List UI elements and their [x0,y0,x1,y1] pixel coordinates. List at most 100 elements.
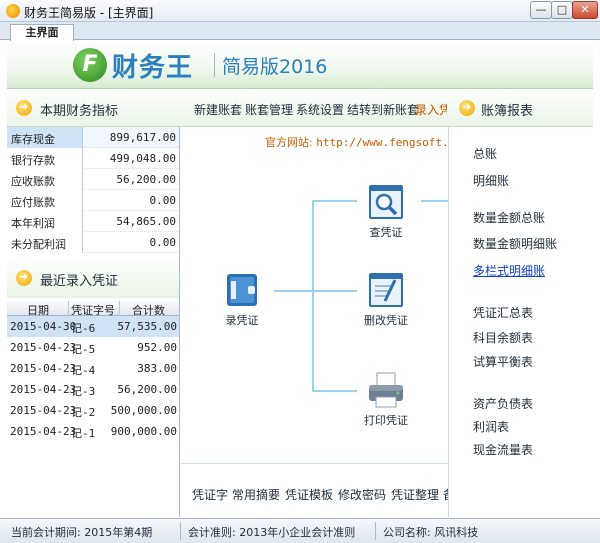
status-accounting-period: 当前会计期间: 2015年第4期 [11,526,153,539]
record-voucher-menu[interactable]: 录入凭 [415,101,447,118]
table-row[interactable]: 2015-04-23 记-3 56,200.00 [7,379,179,400]
finance-value: 499,048.00 [109,152,176,165]
column-divider [68,301,69,316]
voucher-date: 2015-04-23 [10,404,77,417]
report-general-ledger[interactable]: 总账 [473,145,497,162]
table-row[interactable]: 2015-04-23 记-5 952.00 [7,337,179,358]
arrow-icon [16,100,32,116]
brand-name: 财务王 [112,53,194,83]
finance-value: 0.00 [149,194,177,207]
finance-label: 应付账款 [11,196,55,209]
finance-row: 应付账款 0.00 [7,190,179,211]
status-bar: 当前会计期间: 2015年第4期 会计准则: 2013年小企业会计准则 公司名称… [0,518,600,543]
table-header: 日期 凭证字号 合计数 [7,301,179,317]
status-accounting-standard: 会计准则: 2013年小企业会计准则 [188,526,356,539]
report-qty-detail-ledger[interactable]: 数量金额明细账 [473,235,557,252]
report-cash-flow[interactable]: 现金流量表 [473,441,533,458]
record-voucher-button[interactable]: 录凭证 [207,271,277,328]
website-label: 官方网站: [265,136,313,149]
finance-value: 56,200.00 [116,173,176,186]
reports-panel: 总账 明细账 数量金额总账 数量金额明细账 多栏式明细账 凭证汇总表 科目余额表… [448,127,593,517]
maximize-button[interactable]: □ [551,1,573,19]
table-row[interactable]: 2015-04-23 记-1 900,000.00 [7,421,179,442]
logo-divider [214,53,215,77]
edit-voucher-label: 删改凭证 [364,314,408,327]
recent-vouchers-title: 最近录入凭证 [40,274,119,289]
system-settings-button[interactable]: 系统设置 [296,101,344,118]
report-multicolumn-ledger[interactable]: 多栏式明细账 [473,262,545,279]
view-voucher-label: 查凭证 [369,226,403,239]
report-trial-balance[interactable]: 试算平衡表 [473,353,533,370]
search-icon [365,183,407,221]
app-icon [6,4,20,18]
voucher-tidy-button[interactable]: 凭证整理 [391,486,439,503]
voucher-date: 2015-04-23 [10,425,77,438]
arrow-icon [459,100,475,116]
edit-voucher-button[interactable]: 删改凭证 [351,271,421,328]
voucher-settings-bar: 凭证字 常用摘要 凭证模板 修改密码 凭证整理 备 [181,463,448,517]
column-divider [119,301,120,316]
finance-row: 银行存款 499,048.00 [7,148,179,169]
report-detail-ledger[interactable]: 明细账 [473,172,509,189]
new-ledger-button[interactable]: 新建账套 [194,101,242,118]
brand-banner: F 财务王 简易版2016 [7,41,593,89]
table-row[interactable]: 2015-04-23 记-2 500,000.00 [7,400,179,421]
carry-forward-button[interactable]: 结转到新账套 [347,101,419,118]
voucher-book-icon [221,271,263,309]
report-income-statement[interactable]: 利润表 [473,418,509,435]
logo-icon: F [73,48,107,82]
status-company-name: 公司名称: 风讯科技 [383,526,479,539]
voucher-number: 记-1 [71,427,96,440]
report-account-balance[interactable]: 科目余额表 [473,329,533,346]
finance-label: 银行存款 [11,154,55,167]
voucher-amount: 500,000.00 [110,404,177,417]
flow-line [421,200,448,202]
finance-row: 应收账款 56,200.00 [7,169,179,190]
report-balance-sheet[interactable]: 资产负债表 [473,395,533,412]
voucher-operations-panel: 官方网站: http://www.fengsoft.cn/ 录凭证 查凭证 删改… [181,127,469,463]
voucher-date: 2015-04-23 [10,383,77,396]
voucher-word-button[interactable]: 凭证字 [192,486,228,503]
finance-label: 未分配利润 [11,238,66,251]
voucher-amount: 57,535.00 [117,320,177,333]
recent-vouchers-header: 最近录入凭证 [7,258,179,298]
close-button[interactable]: ✕ [572,1,598,19]
finance-value: 54,865.00 [116,215,176,228]
report-qty-general-ledger[interactable]: 数量金额总账 [473,209,545,226]
change-password-button[interactable]: 修改密码 [338,486,386,503]
print-voucher-label: 打印凭证 [364,414,408,427]
tab-strip: 主界面 [0,22,600,41]
section-header-strip: 本期财务指标 新建账套 账套管理 系统设置 结转到新账套 录入凭 账簿报表 [7,89,593,127]
flow-line [274,290,314,292]
finance-value: 899,617.00 [109,131,176,144]
report-voucher-summary[interactable]: 凭证汇总表 [473,304,533,321]
printer-icon [365,371,407,409]
record-voucher-label: 录凭证 [225,314,259,327]
voucher-number: 记-2 [71,406,96,419]
tab-main[interactable]: 主界面 [10,24,74,41]
voucher-amount: 383.00 [137,362,177,375]
voucher-template-button[interactable]: 凭证模板 [285,486,333,503]
website-url[interactable]: http://www.fengsoft.cn/ [316,136,468,149]
common-summary-button[interactable]: 常用摘要 [232,486,280,503]
finance-title: 本期财务指标 [40,104,119,119]
finance-label: 应收账款 [11,175,55,188]
voucher-number: 记-4 [71,364,96,377]
ledger-manage-button[interactable]: 账套管理 [245,101,293,118]
voucher-amount: 952.00 [137,341,177,354]
website-link[interactable]: 官方网站: http://www.fengsoft.cn/ [265,134,469,150]
finance-table: 库存现金 899,617.00 银行存款 499,048.00 应收账款 56,… [7,127,179,253]
print-voucher-button[interactable]: 打印凭证 [351,371,421,428]
arrow-icon [16,270,32,286]
table-row[interactable]: 2015-04-30 记-6 57,535.00 [7,316,179,337]
edit-icon [365,271,407,309]
finance-value: 0.00 [149,236,177,249]
view-voucher-button[interactable]: 查凭证 [351,183,421,240]
voucher-number: 记-6 [71,322,96,335]
minimize-button[interactable]: — [530,1,552,19]
table-row[interactable]: 2015-04-23 记-4 383.00 [7,358,179,379]
window-title: 财务王简易版 - [主界面] [24,6,154,20]
voucher-date: 2015-04-23 [10,341,77,354]
finance-row: 未分配利润 0.00 [7,232,179,253]
voucher-number: 记-3 [71,385,96,398]
